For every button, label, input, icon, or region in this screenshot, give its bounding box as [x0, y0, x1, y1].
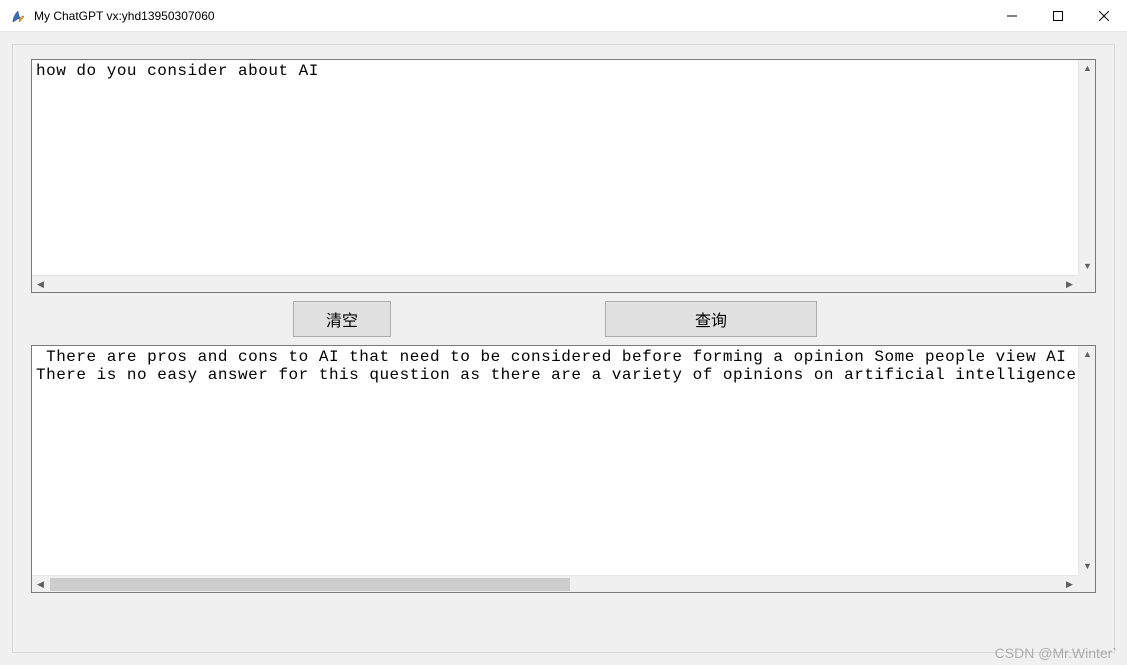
horizontal-scroll-thumb[interactable]: [50, 578, 570, 591]
close-button[interactable]: [1081, 0, 1127, 31]
window-title: My ChatGPT vx:yhd13950307060: [34, 9, 989, 23]
main-frame: how do you consider about AI ▲ ▼ ◀ ▶ 清空 …: [12, 44, 1115, 653]
window-controls: [989, 0, 1127, 31]
scroll-up-icon[interactable]: ▲: [1079, 346, 1096, 363]
input-horizontal-scrollbar[interactable]: ◀ ▶: [32, 275, 1078, 292]
scroll-up-icon[interactable]: ▲: [1079, 60, 1096, 77]
scroll-corner: [1078, 575, 1095, 592]
scroll-down-icon[interactable]: ▼: [1079, 258, 1096, 275]
output-textbox[interactable]: There are pros and cons to AI that need …: [31, 345, 1096, 593]
input-text[interactable]: how do you consider about AI: [32, 60, 1077, 274]
output-vertical-scrollbar[interactable]: ▲ ▼: [1078, 346, 1095, 575]
scroll-left-icon[interactable]: ◀: [32, 276, 49, 293]
scroll-corner: [1078, 275, 1095, 292]
scroll-left-icon[interactable]: ◀: [32, 576, 49, 593]
clear-button[interactable]: 清空: [293, 301, 391, 337]
output-horizontal-scrollbar[interactable]: ◀ ▶: [32, 575, 1078, 592]
maximize-button[interactable]: [1035, 0, 1081, 31]
output-text: There are pros and cons to AI that need …: [32, 346, 1077, 574]
minimize-button[interactable]: [989, 0, 1035, 31]
scroll-right-icon[interactable]: ▶: [1061, 576, 1078, 593]
input-textbox[interactable]: how do you consider about AI ▲ ▼ ◀ ▶: [31, 59, 1096, 293]
client-area: how do you consider about AI ▲ ▼ ◀ ▶ 清空 …: [0, 32, 1127, 665]
query-button[interactable]: 查询: [605, 301, 817, 337]
input-vertical-scrollbar[interactable]: ▲ ▼: [1078, 60, 1095, 275]
app-icon: [10, 8, 26, 24]
button-row: 清空 查询: [25, 301, 1090, 337]
scroll-down-icon[interactable]: ▼: [1079, 558, 1096, 575]
titlebar: My ChatGPT vx:yhd13950307060: [0, 0, 1127, 32]
scroll-right-icon[interactable]: ▶: [1061, 276, 1078, 293]
